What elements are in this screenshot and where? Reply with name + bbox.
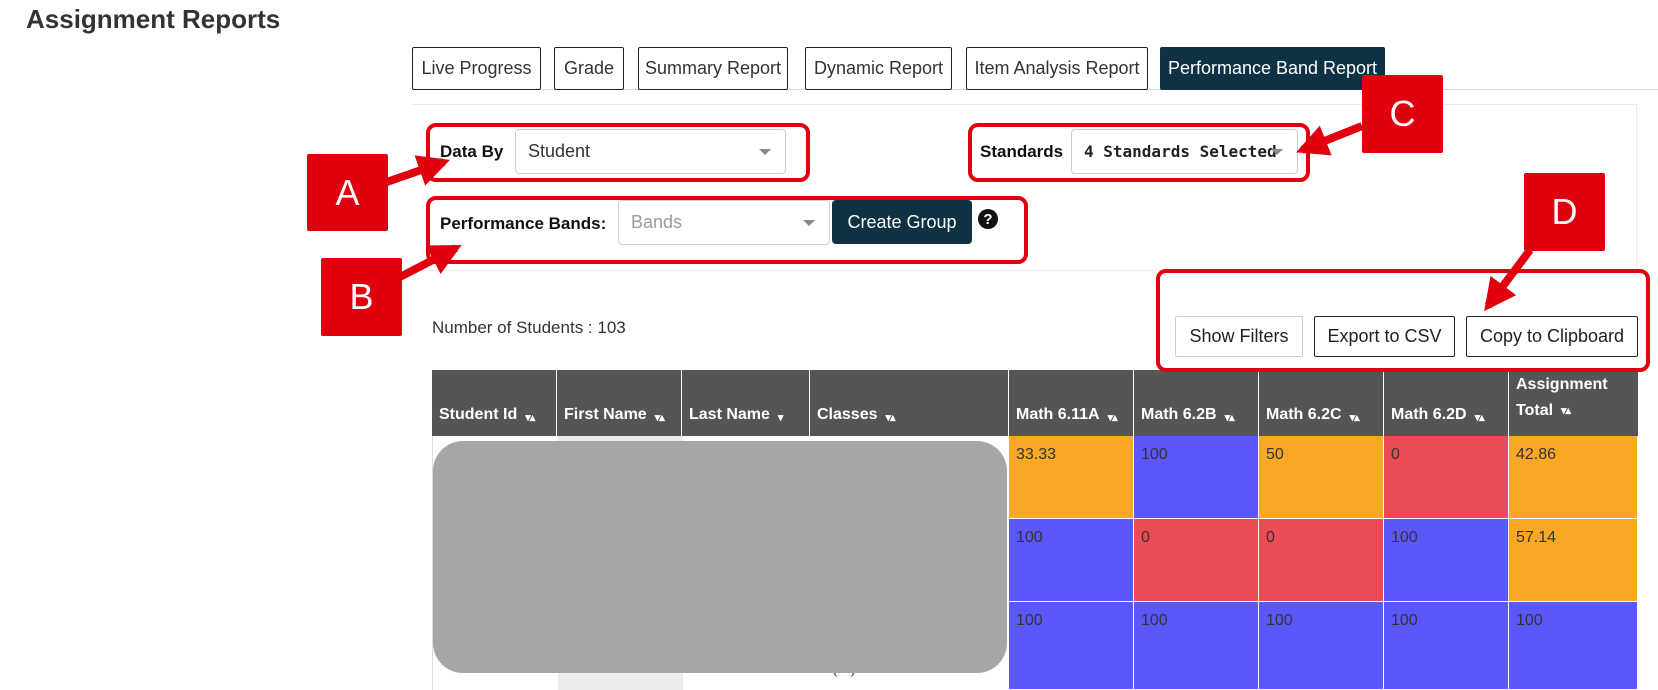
annotation-label-a: A bbox=[307, 154, 388, 231]
annotation-label-b: B bbox=[321, 258, 402, 336]
annotation-box-d bbox=[1156, 269, 1650, 372]
annotation-label-d: D bbox=[1524, 173, 1605, 251]
annotation-box-b bbox=[426, 196, 1028, 264]
annotation-box-c bbox=[968, 123, 1310, 182]
annotation-label-c: C bbox=[1362, 75, 1443, 153]
annotation-box-a bbox=[426, 123, 810, 182]
arrow-c bbox=[1296, 122, 1364, 156]
